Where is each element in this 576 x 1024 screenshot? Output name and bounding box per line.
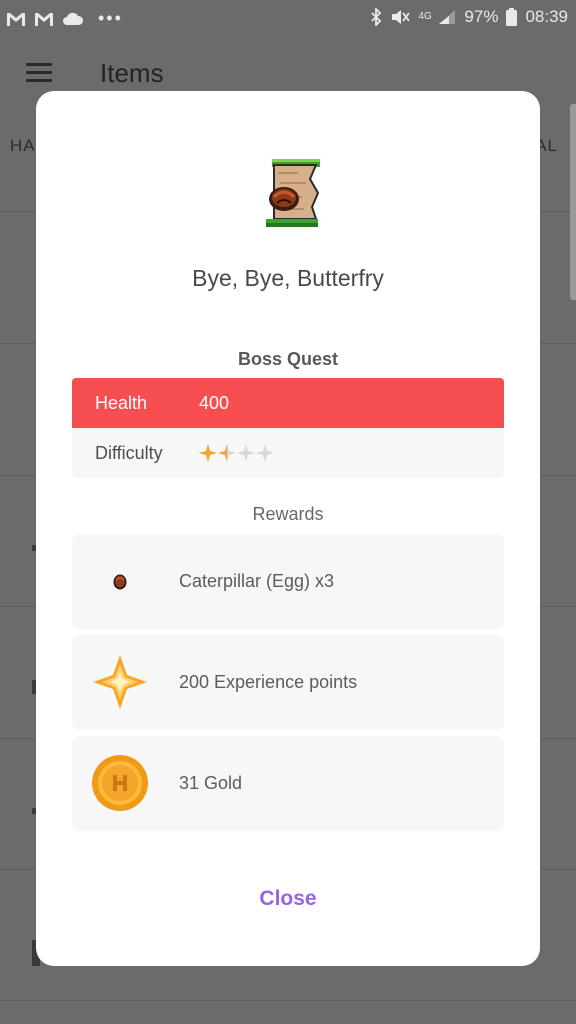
gold-coin-icon	[90, 753, 150, 813]
boss-quest-heading: Boss Quest	[237, 349, 339, 369]
difficulty-stars	[199, 444, 274, 462]
reward-item: 31 Gold	[72, 736, 504, 831]
clock: 08:39	[525, 7, 568, 26]
reward-item: Caterpillar (Egg) x3	[72, 534, 504, 629]
divider	[0, 1000, 576, 1001]
network-type: 4G	[418, 11, 432, 22]
difficulty-star-icon	[199, 444, 217, 462]
reward-label: 31 Gold	[179, 773, 243, 793]
close-button[interactable]: Close	[208, 879, 368, 919]
difficulty-star-icon	[256, 444, 274, 462]
signal-icon	[439, 10, 456, 24]
tab-left[interactable]: HA	[10, 136, 36, 156]
rewards-heading: Rewards	[252, 504, 324, 524]
bluetooth-icon	[371, 8, 382, 26]
gmail-icon	[7, 12, 25, 26]
experience-star-icon	[90, 652, 150, 712]
difficulty-star-icon	[218, 444, 236, 462]
notification-icons: •••	[6, 8, 123, 29]
cloud-icon	[63, 12, 84, 25]
battery-percent: 97%	[464, 7, 499, 26]
mute-icon	[392, 10, 411, 24]
gmail-icon-2	[35, 12, 53, 26]
reward-label: Caterpillar (Egg) x3	[179, 571, 335, 591]
egg-icon	[90, 551, 150, 611]
reward-item: 200 Experience points	[72, 635, 504, 730]
reward-label: 200 Experience points	[179, 672, 358, 692]
quest-name: Bye, Bye, Butterfry	[192, 265, 384, 291]
quest-detail-dialog: Bye, Bye, Butterfry Boss Quest Health 40…	[36, 91, 540, 966]
health-row: Health 400	[72, 378, 504, 428]
scrollbar[interactable]	[570, 104, 576, 300]
health-label: Health	[95, 392, 148, 413]
more-notifications-icon: •••	[98, 8, 123, 28]
difficulty-row: Difficulty	[72, 428, 504, 478]
health-value: 400	[199, 392, 230, 413]
battery-icon	[506, 8, 518, 26]
page-title: Items	[100, 58, 164, 88]
difficulty-label: Difficulty	[95, 442, 163, 463]
difficulty-star-icon	[237, 444, 255, 462]
boss-stats-table: Health 400 Difficulty	[72, 378, 504, 478]
scroll-quest-icon	[266, 159, 320, 227]
menu-icon[interactable]	[26, 63, 52, 83]
status-bar: ••• 4G 97% 08:39	[0, 0, 576, 36]
system-icons: 4G 97% 08:39	[370, 7, 568, 27]
